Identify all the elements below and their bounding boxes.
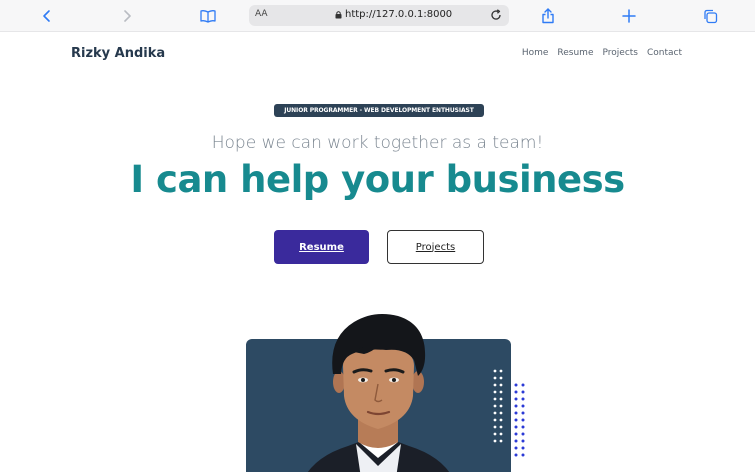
nav-projects[interactable]: Projects: [603, 48, 638, 58]
share-button[interactable]: [536, 4, 560, 28]
back-button[interactable]: [35, 4, 59, 28]
decorative-dots-blue: [514, 383, 525, 457]
site-brand[interactable]: Rizky Andika: [71, 46, 165, 61]
nav-contact[interactable]: Contact: [647, 48, 682, 58]
projects-button[interactable]: Projects: [387, 230, 484, 264]
hero-subline: Hope we can work together as a team!: [211, 133, 544, 153]
new-tab-icon: [622, 9, 636, 23]
forward-button[interactable]: [115, 4, 139, 28]
forward-icon: [124, 10, 131, 22]
reader-aa-button[interactable]: AA: [255, 9, 268, 19]
bookmarks-button[interactable]: [196, 4, 220, 28]
main-nav: Home Resume Projects Contact: [522, 48, 682, 58]
role-badge: JUNIOR PROGRAMMER - WEB DEVELOPMENT ENTH…: [274, 104, 484, 117]
new-tab-button[interactable]: [617, 4, 641, 28]
tabs-icon: [703, 9, 717, 23]
share-icon: [542, 8, 554, 24]
hero-headline: I can help your business: [130, 158, 625, 201]
profile-photo: [307, 314, 450, 472]
tabs-overview-button[interactable]: [698, 4, 722, 28]
bookmarks-icon: [200, 10, 216, 23]
url-text: http://127.0.0.1:8000: [345, 9, 453, 20]
back-icon: [43, 10, 50, 22]
decorative-dots-white: [493, 369, 503, 443]
nav-home[interactable]: Home: [522, 48, 549, 58]
reload-icon[interactable]: [489, 8, 503, 22]
address-bar[interactable]: AA http://127.0.0.1:8000: [249, 5, 509, 26]
browser-toolbar: AA http://127.0.0.1:8000: [0, 0, 755, 32]
lock-icon: [335, 11, 342, 19]
nav-resume[interactable]: Resume: [557, 48, 593, 58]
resume-button[interactable]: Resume: [274, 230, 369, 264]
